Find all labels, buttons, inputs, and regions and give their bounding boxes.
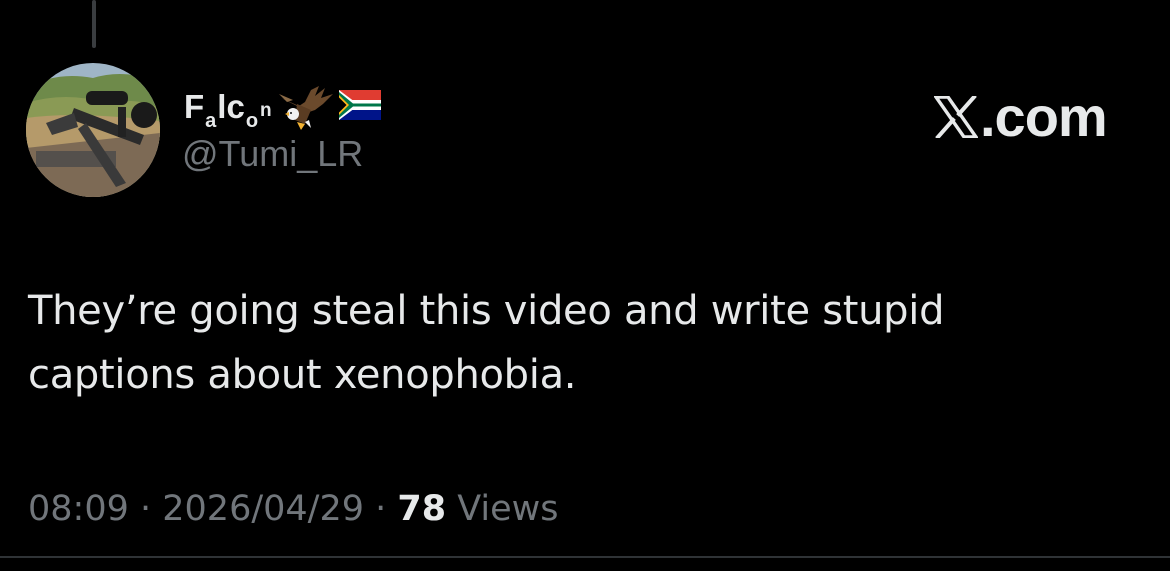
thread-connector-line (92, 0, 96, 48)
tweet-meta: 08:09 · 2026/04/29 · 78 Views (28, 489, 559, 529)
display-name[interactable]: F a l c o n (184, 84, 381, 136)
name-letter-subscript: a (205, 110, 217, 132)
x-logo-icon (934, 95, 978, 138)
meta-separator: · (128, 489, 163, 529)
name-letter: l (217, 88, 227, 125)
avatar[interactable] (26, 63, 160, 197)
avatar-image (26, 63, 160, 197)
eagle-icon (275, 84, 337, 138)
user-handle[interactable]: @Tumi_LR (182, 133, 363, 175)
name-letter-superscript: n (260, 100, 272, 121)
name-letter: c (226, 88, 245, 125)
brand-domain-label: .com (980, 85, 1108, 148)
tweet-text: They’re going steal this video and write… (28, 288, 945, 398)
divider (0, 556, 1170, 558)
tweet-date[interactable]: 2026/04/29 (162, 489, 364, 529)
name-letter: F (184, 88, 205, 125)
views-count[interactable]: 78 (397, 489, 446, 529)
name-letter-subscript: o (245, 110, 259, 132)
views-label: Views (446, 489, 559, 529)
brand-watermark: .com (934, 84, 1108, 149)
south-africa-flag-icon (338, 84, 381, 124)
tweet-time[interactable]: 08:09 (28, 489, 129, 529)
meta-separator: · (364, 489, 398, 529)
display-name-text: F a l c o n (184, 88, 273, 132)
